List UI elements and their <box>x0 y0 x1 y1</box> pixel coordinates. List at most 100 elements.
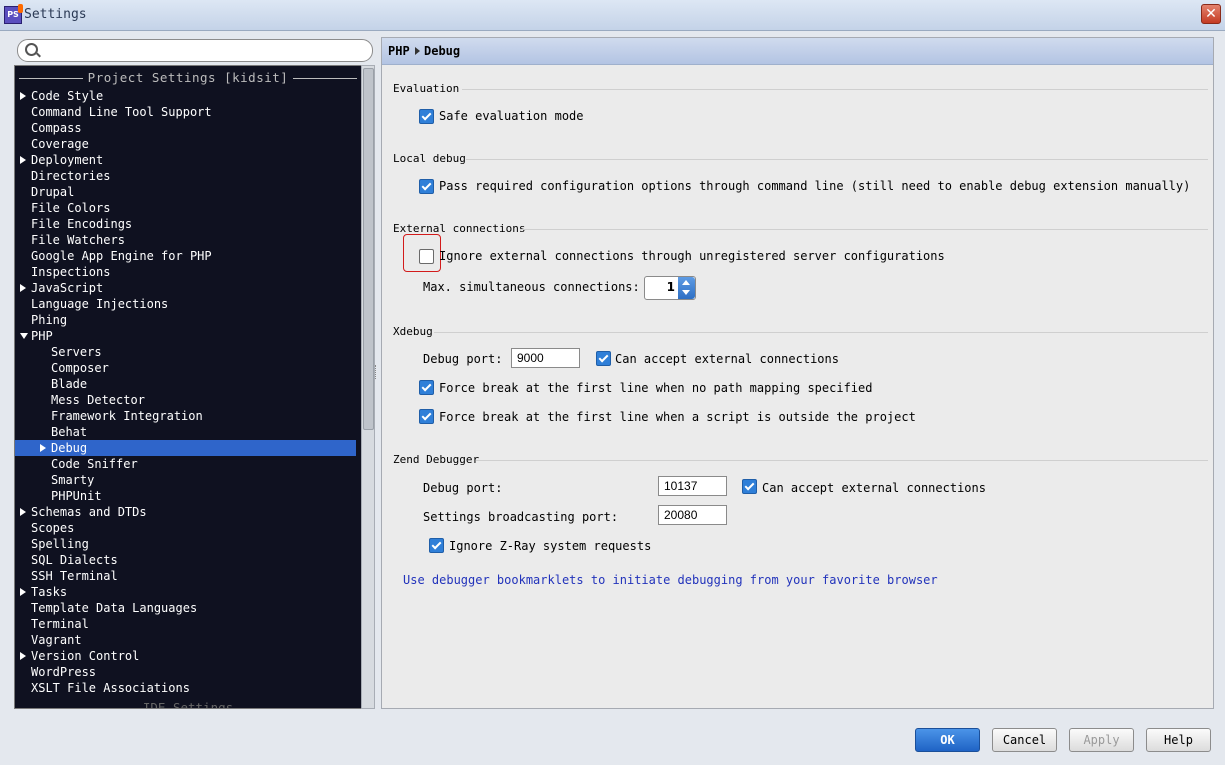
spinner-up-icon[interactable] <box>682 280 690 285</box>
tree-expand-arrow-icon[interactable] <box>20 652 26 660</box>
tree-item-compass[interactable]: Compass <box>31 120 82 136</box>
tree-item-ssh-terminal[interactable]: SSH Terminal <box>31 568 118 584</box>
tree-item-directories[interactable]: Directories <box>31 168 110 184</box>
tree-expand-arrow-icon[interactable] <box>20 92 26 100</box>
max-connections-spinner[interactable]: 1 <box>644 276 696 300</box>
tree-item-label: Code Sniffer <box>51 457 138 471</box>
tree-item-language-injections[interactable]: Language Injections <box>31 296 168 312</box>
bookmarklets-link[interactable]: Use debugger bookmarklets to initiate de… <box>403 573 938 587</box>
safe-evaluation-label[interactable]: Safe evaluation mode <box>439 109 584 123</box>
tree-item-google-app-engine-for-php[interactable]: Google App Engine for PHP <box>31 248 212 264</box>
tree-item-label: Version Control <box>31 649 140 663</box>
ignore-external-connections-checkbox[interactable] <box>419 249 434 264</box>
tree-item-composer[interactable]: Composer <box>51 360 109 376</box>
tree-item-vagrant[interactable]: Vagrant <box>31 632 82 648</box>
tree-item-command-line-tool-support[interactable]: Command Line Tool Support <box>31 104 212 120</box>
breadcrumb: PHP Debug <box>382 38 1213 65</box>
tree-item-file-colors[interactable]: File Colors <box>31 200 110 216</box>
force-break-outside-project-label[interactable]: Force break at the first line when a scr… <box>439 410 916 424</box>
apply-button[interactable]: Apply <box>1069 728 1134 752</box>
tree-item-coverage[interactable]: Coverage <box>31 136 89 152</box>
tree-item-sql-dialects[interactable]: SQL Dialects <box>31 552 118 568</box>
zend-accept-external-checkbox[interactable] <box>742 479 757 494</box>
force-break-no-mapping-checkbox[interactable] <box>419 380 434 395</box>
tree-item-servers[interactable]: Servers <box>51 344 102 360</box>
tree-expand-arrow-icon[interactable] <box>20 284 26 292</box>
xdebug-accept-external-checkbox[interactable] <box>596 351 611 366</box>
zend-port-label: Debug port: <box>423 481 503 495</box>
tree-item-php[interactable]: PHP <box>20 328 53 344</box>
section-divider <box>466 159 1208 160</box>
tree-item-label: Debug <box>51 441 88 455</box>
settings-tree[interactable]: Project Settings [kidsit] Code Style Comm… <box>14 65 362 709</box>
max-connections-value[interactable]: 1 <box>647 280 675 294</box>
tree-item-label: Code Style <box>31 89 104 103</box>
ignore-zray-label[interactable]: Ignore Z-Ray system requests <box>449 539 651 553</box>
tree-item-code-style[interactable]: Code Style <box>20 88 104 104</box>
tree-item-schemas-and-dtds[interactable]: Schemas and DTDs <box>20 504 147 520</box>
spinner-down-icon[interactable] <box>682 290 690 295</box>
tree-item-phpunit[interactable]: PHPUnit <box>51 488 102 504</box>
tree-expand-arrow-icon[interactable] <box>20 156 26 164</box>
tree-item-file-watchers[interactable]: File Watchers <box>31 232 125 248</box>
tree-item-label: Tasks <box>31 585 68 599</box>
tree-item-smarty[interactable]: Smarty <box>51 472 94 488</box>
close-window-button[interactable]: ✕ <box>1201 4 1221 24</box>
tree-item-label: File Encodings <box>31 217 133 231</box>
tree-item-tasks[interactable]: Tasks <box>20 584 68 600</box>
help-button[interactable]: Help <box>1146 728 1211 752</box>
tree-collapse-arrow-icon[interactable] <box>20 333 28 339</box>
ignore-external-connections-label[interactable]: Ignore external connections through unre… <box>439 249 945 263</box>
tree-item-label: Smarty <box>51 473 95 487</box>
tree-item-label: XSLT File Associations <box>31 681 190 695</box>
pass-options-checkbox[interactable] <box>419 179 434 194</box>
settings-search-box[interactable] <box>17 39 373 62</box>
tree-item-deployment[interactable]: Deployment <box>20 152 103 168</box>
tree-item-debug[interactable]: Debug <box>15 440 356 456</box>
tree-item-file-encodings[interactable]: File Encodings <box>31 216 132 232</box>
tree-item-label: Drupal <box>31 185 75 199</box>
tree-item-javascript[interactable]: JavaScript <box>20 280 104 296</box>
tree-item-blade[interactable]: Blade <box>51 376 87 392</box>
tree-item-label: Coverage <box>31 137 89 151</box>
tree-item-drupal[interactable]: Drupal <box>31 184 74 200</box>
cancel-button[interactable]: Cancel <box>992 728 1057 752</box>
pass-options-label[interactable]: Pass required configuration options thro… <box>439 179 1190 193</box>
force-break-outside-project-checkbox[interactable] <box>419 409 434 424</box>
tree-item-spelling[interactable]: Spelling <box>31 536 89 552</box>
tree-item-mess-detector[interactable]: Mess Detector <box>51 392 145 408</box>
tree-item-terminal[interactable]: Terminal <box>31 616 89 632</box>
tree-item-behat[interactable]: Behat <box>51 424 87 440</box>
tree-expand-arrow-icon[interactable] <box>40 444 46 452</box>
tree-item-inspections[interactable]: Inspections <box>31 264 110 280</box>
tree-item-scopes[interactable]: Scopes <box>31 520 74 536</box>
ok-button[interactable]: OK <box>915 728 980 752</box>
section-title-evaluation: Evaluation <box>393 82 460 95</box>
spinner-buttons[interactable] <box>678 277 695 299</box>
tree-expand-arrow-icon[interactable] <box>20 588 26 596</box>
tree-item-label: JavaScript <box>31 281 104 295</box>
tree-item-label: Behat <box>51 425 88 439</box>
ignore-zray-checkbox[interactable] <box>429 538 444 553</box>
zend-port-input[interactable] <box>658 476 727 496</box>
safe-evaluation-checkbox[interactable] <box>419 109 434 124</box>
settings-search-input[interactable] <box>42 41 366 61</box>
pane-splitter[interactable] <box>375 365 378 379</box>
broadcast-port-input[interactable] <box>658 505 727 525</box>
tree-item-template-data-languages[interactable]: Template Data Languages <box>31 600 197 616</box>
force-break-no-mapping-label[interactable]: Force break at the first line when no pa… <box>439 381 872 395</box>
tree-item-phing[interactable]: Phing <box>31 312 67 328</box>
phpstorm-app-icon: PS <box>4 4 23 24</box>
zend-accept-external-label[interactable]: Can accept external connections <box>762 481 986 495</box>
tree-item-wordpress[interactable]: WordPress <box>31 664 96 680</box>
tree-scrollbar[interactable] <box>361 65 375 709</box>
tree-item-version-control[interactable]: Version Control <box>20 648 140 664</box>
tree-scrollbar-thumb[interactable] <box>363 68 374 430</box>
tree-expand-arrow-icon[interactable] <box>20 508 26 516</box>
tree-item-framework-integration[interactable]: Framework Integration <box>51 408 203 424</box>
tree-item-xslt-file-associations[interactable]: XSLT File Associations <box>31 680 190 696</box>
tree-item-label: Framework Integration <box>51 409 203 423</box>
xdebug-accept-external-label[interactable]: Can accept external connections <box>615 352 839 366</box>
tree-item-code-sniffer[interactable]: Code Sniffer <box>51 456 138 472</box>
xdebug-port-input[interactable] <box>511 348 580 368</box>
